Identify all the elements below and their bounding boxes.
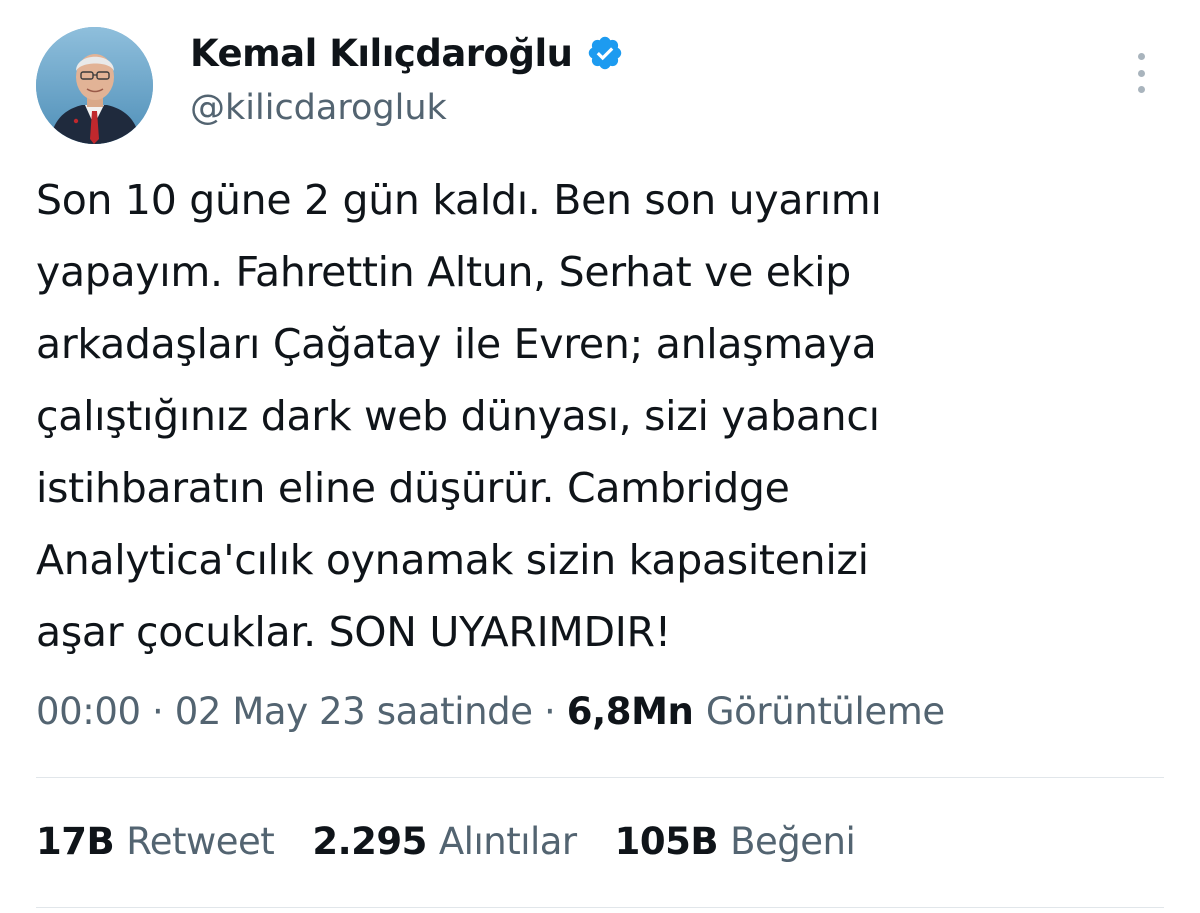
tweet-text-line: arkadaşları Çağatay ile Evren; anlaşmaya [36,320,877,368]
tweet-card: Kemal Kılıçdaroğlu @kilicdarogluk Son 10… [0,0,1200,913]
views-label: Görüntüleme [705,690,945,733]
avatar-photo-icon [36,27,153,144]
like-count: 105B [614,820,719,863]
tweet-text-line: aşar çocuklar. SON UYARIMDIR! [36,608,671,656]
tweet-text-line: Analytica'cılık oynamak sizin kapasiteni… [36,536,869,584]
tweet-stats: 17B Retweet 2.295 Alıntılar 105B Beğeni [36,820,893,863]
more-options-icon[interactable] [1130,53,1152,93]
tweet-meta: 00:00 · 02 May 23 saatinde · 6,8Mn Görün… [36,690,945,733]
tweet-text-line: çalıştığınız dark web dünyası, sizi yaba… [36,392,880,440]
tweet-text: Son 10 güne 2 gün kaldı. Ben son uyarımı… [36,164,1156,668]
views-count[interactable]: 6,8Mn [567,690,706,733]
author-display-name[interactable]: Kemal Kılıçdaroğlu [190,32,573,75]
more-dot [1137,86,1145,93]
tweet-text-line: yapayım. Fahrettin Altun, Serhat ve ekip [36,248,851,296]
like-label: Beğeni [730,820,856,863]
meta-separator: · [152,690,175,733]
meta-separator: · [543,690,567,733]
retweet-count: 17B [36,820,115,863]
quote-stat[interactable]: 2.295 Alıntılar [312,820,577,863]
divider [36,777,1164,778]
verified-badge-icon[interactable] [586,34,624,72]
divider [36,907,1164,908]
tweet-text-line: istihbaratın eline düşürür. Cambridge [36,464,790,512]
author-name-row: Kemal Kılıçdaroğlu [190,28,624,78]
author-handle[interactable]: @kilicdarogluk [190,88,447,128]
quote-count: 2.295 [312,820,427,863]
retweet-label: Retweet [126,820,275,863]
retweet-stat[interactable]: 17B Retweet [36,820,275,863]
quote-label: Alıntılar [438,820,577,863]
more-dot [1137,69,1145,77]
tweet-date[interactable]: 02 May 23 saatinde [175,690,533,733]
more-dot [1137,53,1145,60]
author-avatar[interactable] [36,27,153,144]
like-stat[interactable]: 105B Beğeni [615,820,856,863]
tweet-text-line: Son 10 güne 2 gün kaldı. Ben son uyarımı [36,176,882,224]
tweet-time[interactable]: 00:00 [36,690,141,733]
